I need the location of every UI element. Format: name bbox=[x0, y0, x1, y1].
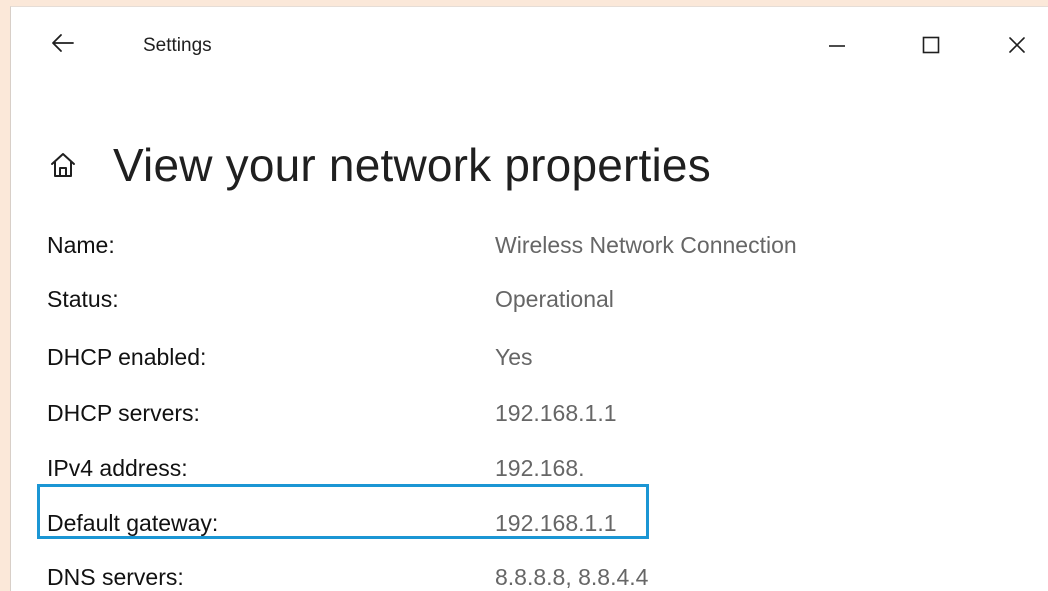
property-row-name: Name: Wireless Network Connection bbox=[11, 225, 1048, 265]
minimize-icon bbox=[829, 45, 845, 47]
title-bar: Settings bbox=[11, 7, 1048, 79]
property-label: Status: bbox=[47, 286, 119, 312]
maximize-button[interactable] bbox=[899, 21, 963, 69]
property-row-dhcp-enabled: DHCP enabled: Yes bbox=[11, 337, 1048, 377]
home-icon[interactable] bbox=[45, 147, 81, 183]
property-label: DNS servers: bbox=[47, 564, 184, 590]
property-value: Operational bbox=[495, 286, 614, 312]
property-value: Yes bbox=[495, 344, 533, 370]
close-icon bbox=[1009, 37, 1025, 53]
property-value: 8.8.8.8, 8.8.4.4 bbox=[495, 564, 649, 590]
property-row-ipv4-address: IPv4 address: 192.168. bbox=[11, 448, 1048, 488]
property-label: Name: bbox=[47, 232, 115, 258]
settings-window: Settings View your network properties Na… bbox=[10, 6, 1048, 591]
property-row-default-gateway: Default gateway: 192.168.1.1 bbox=[11, 503, 1048, 543]
app-title: Settings bbox=[143, 35, 212, 56]
property-row-dhcp-servers: DHCP servers: 192.168.1.1 bbox=[11, 393, 1048, 433]
property-row-dns-servers: DNS servers: 8.8.8.8, 8.8.4.4 bbox=[11, 557, 1048, 591]
property-value: 192.168.1.1 bbox=[495, 510, 617, 536]
property-value: Wireless Network Connection bbox=[495, 232, 797, 258]
property-label: DHCP servers: bbox=[47, 400, 200, 426]
page-heading: View your network properties bbox=[45, 125, 711, 205]
page-title: View your network properties bbox=[113, 139, 711, 191]
property-value: 192.168.1.1 bbox=[495, 400, 617, 426]
property-row-status: Status: Operational bbox=[11, 279, 1048, 319]
minimize-button[interactable] bbox=[805, 21, 869, 69]
property-label: Default gateway: bbox=[47, 510, 219, 536]
property-label: DHCP enabled: bbox=[47, 344, 207, 370]
back-button[interactable] bbox=[45, 27, 81, 59]
maximize-icon bbox=[922, 36, 940, 54]
close-button[interactable] bbox=[985, 21, 1048, 69]
back-arrow-icon bbox=[52, 34, 74, 52]
property-value: 192.168. bbox=[495, 455, 585, 481]
property-label: IPv4 address: bbox=[47, 455, 188, 481]
